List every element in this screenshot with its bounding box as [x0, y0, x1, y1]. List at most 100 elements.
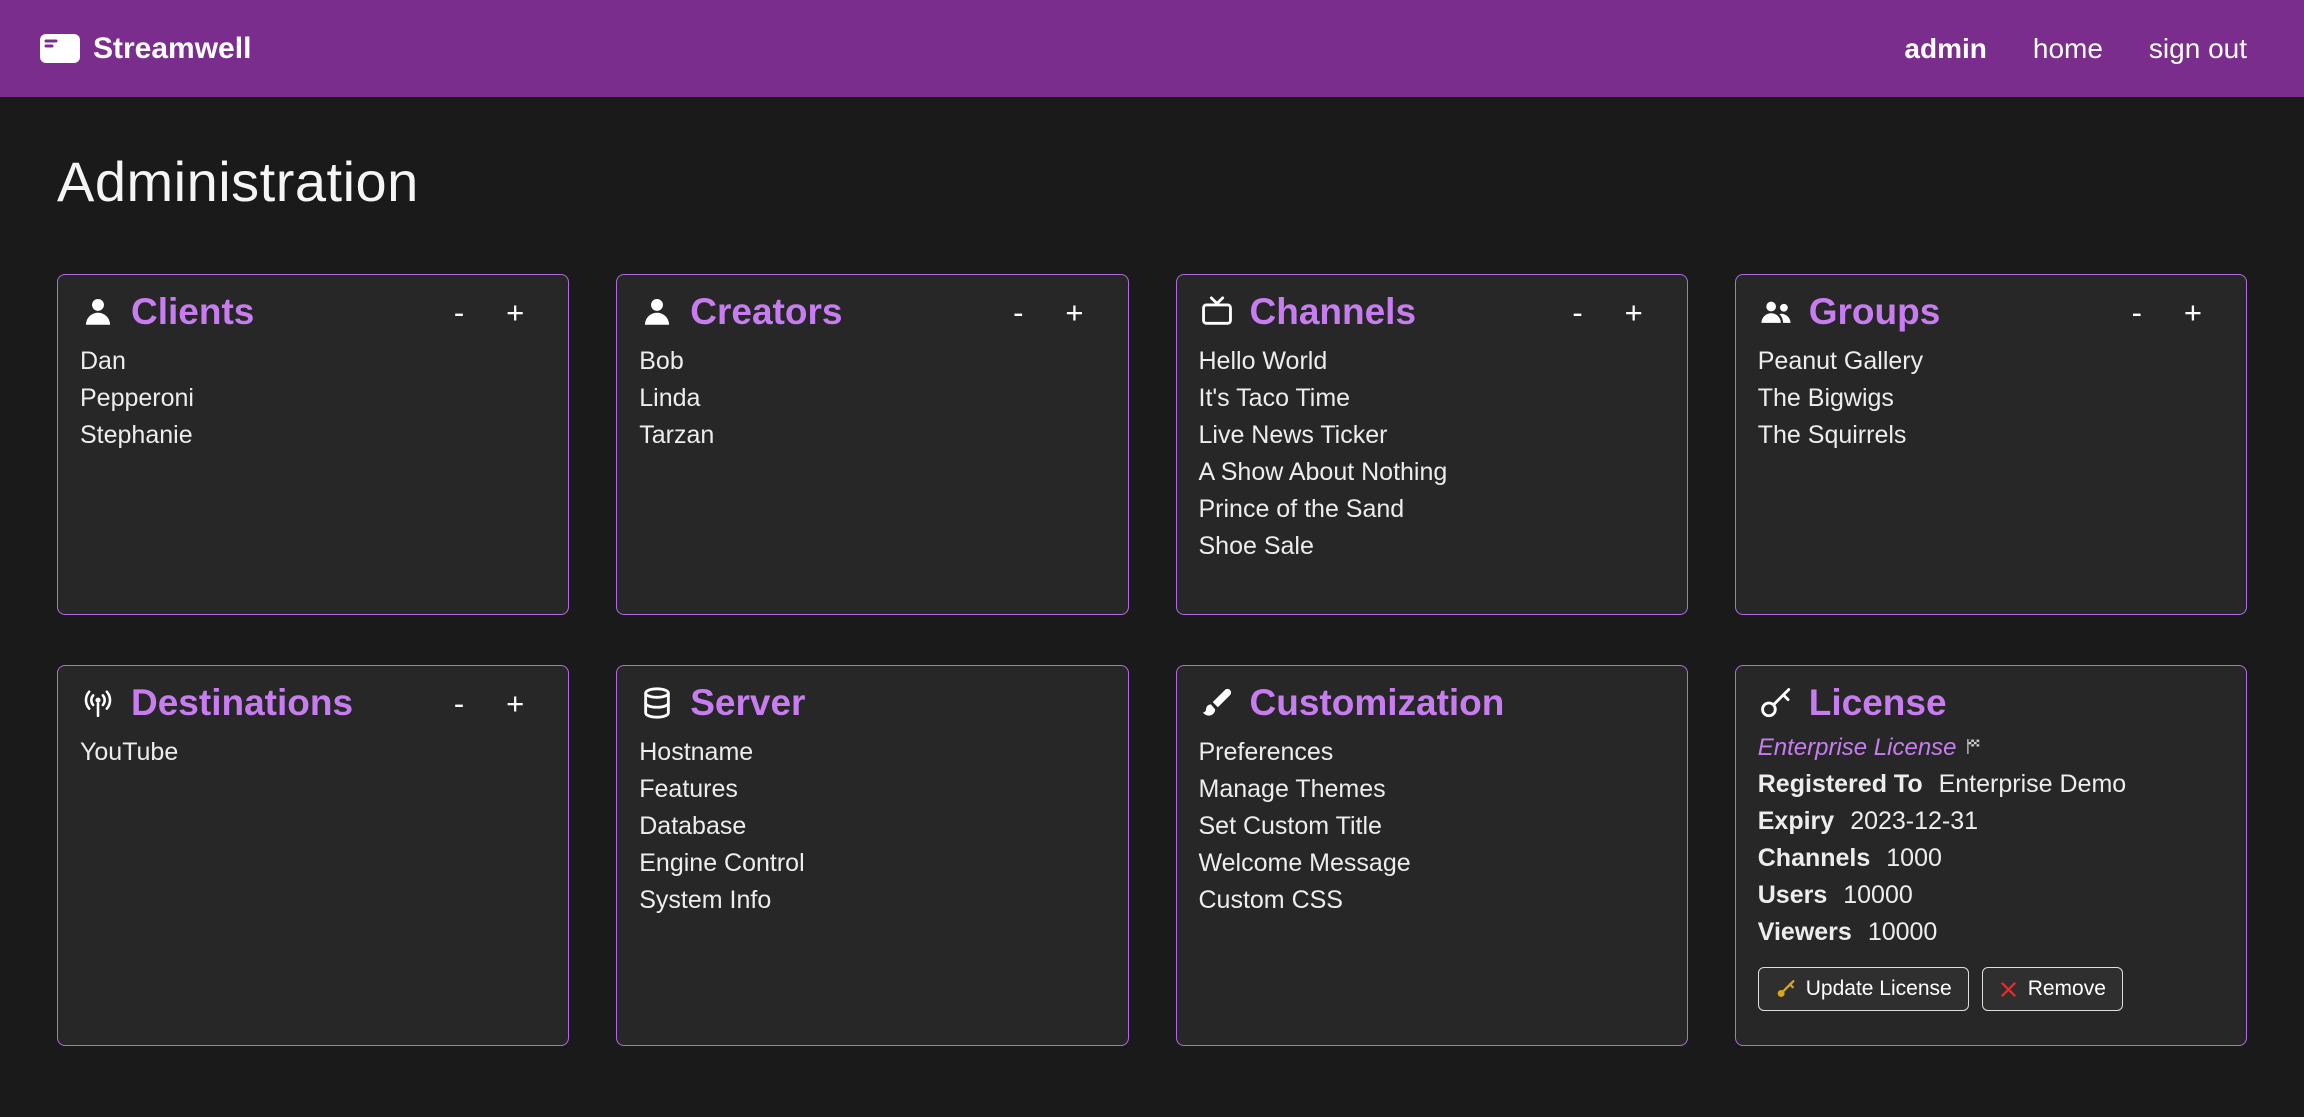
cast-logo-icon — [40, 34, 80, 63]
card-title-groups: Groups — [1809, 291, 1941, 333]
update-license-button[interactable]: Update License — [1758, 967, 1969, 1011]
customization-list: PreferencesManage ThemesSet Custom Title… — [1199, 734, 1661, 919]
license-row-label: Users — [1758, 881, 1828, 909]
destinations-controls: - + — [452, 688, 542, 719]
license-row-label: Channels — [1758, 844, 1871, 872]
groups-list: Peanut GalleryThe BigwigsThe Squirrels — [1758, 343, 2220, 454]
card-server: Server HostnameFeaturesDatabaseEngine Co… — [616, 665, 1128, 1046]
nav-links: admin home sign out — [1904, 33, 2247, 65]
card-list-item[interactable]: Peanut Gallery — [1758, 343, 2220, 380]
card-list-item[interactable]: Prince of the Sand — [1199, 491, 1661, 528]
card-list-item[interactable]: Shoe Sale — [1199, 528, 1661, 565]
add-group-button[interactable]: + — [2182, 297, 2204, 328]
card-list-item[interactable]: It's Taco Time — [1199, 380, 1661, 417]
card-list-item[interactable]: Tarzan — [639, 417, 1101, 454]
key-icon — [1758, 685, 1794, 721]
license-row-value: 1000 — [1886, 844, 1942, 872]
tv-icon — [1199, 294, 1235, 330]
license-row-value: 2023-12-31 — [1850, 807, 1978, 835]
add-channel-button[interactable]: + — [1623, 297, 1645, 328]
card-list-item[interactable]: Database — [639, 808, 1101, 845]
license-buttons: Update License Remove — [1758, 967, 2220, 1011]
nav-admin[interactable]: admin — [1904, 33, 1986, 65]
card-list-item[interactable]: YouTube — [80, 734, 542, 771]
license-row-label: Expiry — [1758, 807, 1834, 835]
card-header: Customization — [1199, 682, 1661, 724]
remove-destination-button[interactable]: - — [452, 688, 466, 719]
card-title-clients: Clients — [131, 291, 254, 333]
remove-license-label: Remove — [2028, 977, 2106, 1001]
card-list-item[interactable]: Set Custom Title — [1199, 808, 1661, 845]
nav-sign-out[interactable]: sign out — [2149, 33, 2247, 65]
person-icon — [639, 294, 675, 330]
admin-page: Administration Clients - + DanPepperoniS… — [0, 149, 2304, 1046]
card-groups: Groups - + Peanut GalleryThe BigwigsThe … — [1735, 274, 2247, 615]
license-details: Registered To Enterprise Demo Expiry 2023-… — [1758, 766, 2220, 951]
add-client-button[interactable]: + — [504, 297, 526, 328]
license-row: Viewers10000 — [1758, 914, 2220, 951]
remove-channel-button[interactable]: - — [1570, 297, 1584, 328]
card-list-item[interactable]: System Info — [639, 882, 1101, 919]
remove-client-button[interactable]: - — [452, 297, 466, 328]
card-title-customization: Customization — [1250, 682, 1505, 724]
card-list-item[interactable]: The Bigwigs — [1758, 380, 2220, 417]
card-list-item[interactable]: Live News Ticker — [1199, 417, 1661, 454]
card-header: Creators - + — [639, 291, 1101, 333]
card-list-item[interactable]: Features — [639, 771, 1101, 808]
card-creators: Creators - + BobLindaTarzan — [616, 274, 1128, 615]
card-list-item[interactable]: Pepperoni — [80, 380, 542, 417]
top-navbar: Streamwell admin home sign out — [0, 0, 2304, 97]
card-header: License — [1758, 682, 2220, 724]
channels-controls: - + — [1570, 297, 1660, 328]
destinations-list: YouTube — [80, 734, 542, 771]
card-list-item[interactable]: Engine Control — [639, 845, 1101, 882]
card-header: Destinations - + — [80, 682, 542, 724]
card-list-item[interactable]: Linda — [639, 380, 1101, 417]
clients-list: DanPepperoniStephanie — [80, 343, 542, 454]
card-title-server: Server — [690, 682, 805, 724]
card-title-channels: Channels — [1250, 291, 1417, 333]
card-list-item[interactable]: Welcome Message — [1199, 845, 1661, 882]
card-header: Clients - + — [80, 291, 542, 333]
card-header: Channels - + — [1199, 291, 1661, 333]
channels-list: Hello WorldIt's Taco TimeLive News Ticke… — [1199, 343, 1661, 565]
person-icon — [80, 294, 116, 330]
remove-creator-button[interactable]: - — [1011, 297, 1025, 328]
license-type-text: Enterprise License — [1758, 734, 1957, 762]
brush-icon — [1199, 685, 1235, 721]
add-creator-button[interactable]: + — [1063, 297, 1085, 328]
card-list-item[interactable]: The Squirrels — [1758, 417, 2220, 454]
license-row-label: Registered To — [1758, 770, 1923, 798]
license-row: Users10000 — [1758, 877, 2220, 914]
card-list-item[interactable]: Manage Themes — [1199, 771, 1661, 808]
clients-controls: - + — [452, 297, 542, 328]
creators-controls: - + — [1011, 297, 1101, 328]
card-list-item[interactable]: Bob — [639, 343, 1101, 380]
update-license-label: Update License — [1806, 977, 1952, 1001]
license-row-value: 10000 — [1868, 918, 1938, 946]
card-channels: Channels - + Hello WorldIt's Taco TimeLi… — [1176, 274, 1688, 615]
brand-logo[interactable]: Streamwell — [40, 32, 251, 66]
card-destinations: Destinations - + YouTube — [57, 665, 569, 1046]
license-row: Expiry 2023-12-31 — [1758, 803, 2220, 840]
add-destination-button[interactable]: + — [504, 688, 526, 719]
brand-name: Streamwell — [93, 32, 251, 66]
card-clients: Clients - + DanPepperoniStephanie — [57, 274, 569, 615]
card-list-item[interactable]: Dan — [80, 343, 542, 380]
card-title-license: License — [1809, 682, 1947, 724]
remove-license-button[interactable]: Remove — [1982, 967, 2123, 1011]
card-list-item[interactable]: Hello World — [1199, 343, 1661, 380]
card-list-item[interactable]: Preferences — [1199, 734, 1661, 771]
nav-home[interactable]: home — [2033, 33, 2103, 65]
creators-list: BobLindaTarzan — [639, 343, 1101, 454]
card-list-item[interactable]: A Show About Nothing — [1199, 454, 1661, 491]
card-list-item[interactable]: Hostname — [639, 734, 1101, 771]
license-type: Enterprise License — [1758, 734, 2220, 762]
license-row-value: Enterprise Demo — [1939, 770, 2127, 798]
card-title-creators: Creators — [690, 291, 842, 333]
remove-group-button[interactable]: - — [2130, 297, 2144, 328]
card-list-item[interactable]: Stephanie — [80, 417, 542, 454]
card-customization: Customization PreferencesManage ThemesSe… — [1176, 665, 1688, 1046]
license-row: Channels 1000 — [1758, 840, 2220, 877]
card-list-item[interactable]: Custom CSS — [1199, 882, 1661, 919]
